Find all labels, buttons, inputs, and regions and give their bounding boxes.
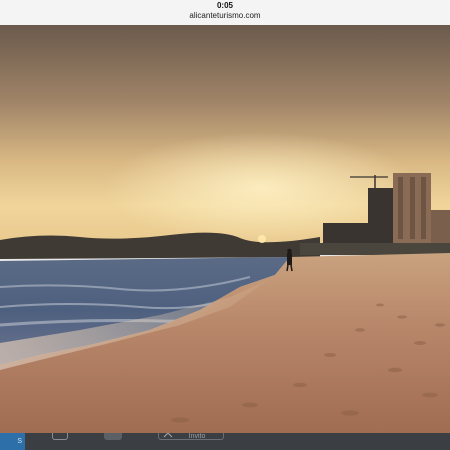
page-url[interactable]: alicanteturismo.com — [0, 11, 450, 21]
status-time: 0:05 — [216, 1, 233, 10]
share-icon — [163, 433, 173, 438]
invite-button[interactable]: Invito — [158, 433, 224, 440]
status-bar: 0:05 alicanteturismo.com — [0, 0, 450, 26]
chat-icon[interactable] — [52, 433, 68, 440]
beach-sunset-photo — [0, 25, 450, 433]
invite-label: Invito — [188, 433, 206, 440]
gallery-icon[interactable] — [104, 433, 122, 440]
distant-light — [258, 235, 266, 243]
status-badge[interactable]: S — [0, 433, 25, 450]
promenade-trees — [300, 243, 450, 255]
bottom-toolbar: S Invito — [0, 433, 450, 450]
